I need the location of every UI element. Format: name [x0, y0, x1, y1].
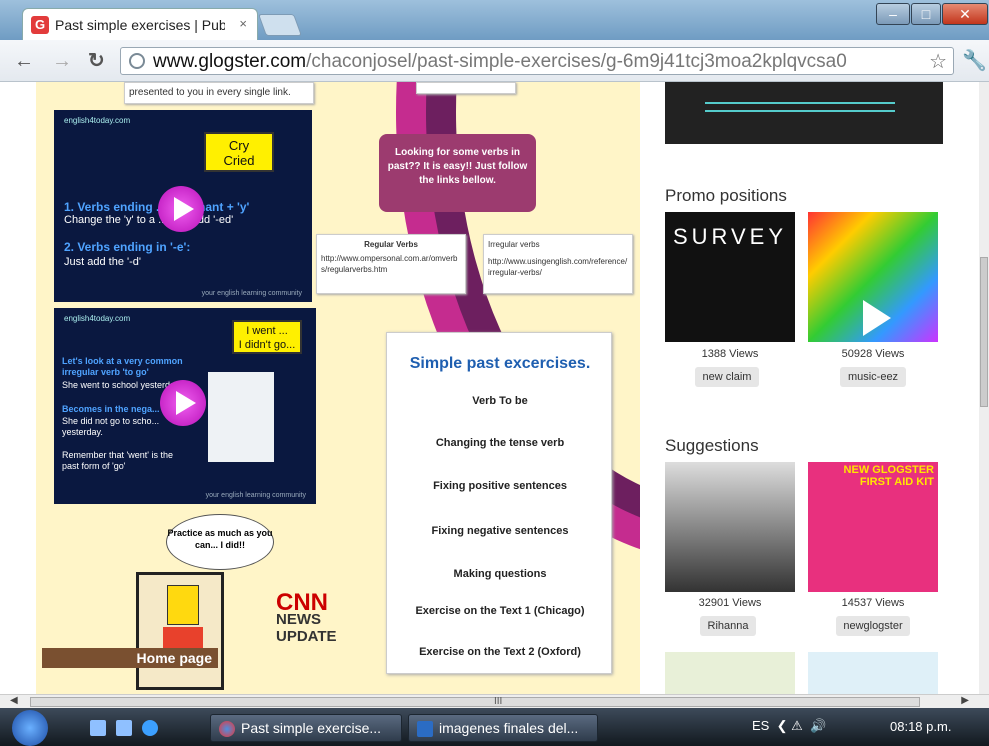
exercise-link[interactable]: Exercise on the Text 1 (Chicago): [387, 605, 613, 617]
play-icon: [863, 300, 891, 336]
woman-photo: [208, 372, 274, 462]
exercises-title: Simple past excercises.: [409, 355, 591, 372]
exercise-link[interactable]: Fixing positive sentences: [387, 480, 613, 492]
start-button[interactable]: [12, 710, 48, 746]
horizontal-scroll-thumb[interactable]: III: [30, 696, 920, 707]
exercise-link[interactable]: Fixing negative sentences: [387, 525, 613, 537]
suggestion-thumb-more[interactable]: [665, 652, 795, 694]
suggestion-thumb-rihanna[interactable]: [665, 462, 795, 592]
suggestion-thumb-newglogster[interactable]: NEW GLOGSTER FIRST AID KIT: [808, 462, 938, 592]
vertical-scroll-thumb[interactable]: [980, 257, 988, 407]
language-indicator[interactable]: ES: [752, 718, 769, 733]
suggestions-heading: Suggestions: [665, 436, 759, 455]
video2-line5: Remember that 'went' is the past form of…: [62, 450, 173, 471]
windows-taskbar: Past simple exercise... imagenes finales…: [0, 708, 989, 746]
glog-tag[interactable]: music-eez: [840, 367, 906, 387]
browser-tab[interactable]: G Past simple exercises | Publi ×: [22, 8, 258, 40]
exercises-panel: Simple past excercises. Verb To be Chang…: [386, 332, 612, 674]
rule1-body: Change the 'y' to a ... and add '-ed': [64, 214, 234, 226]
views-count: 14537 Views: [841, 597, 905, 609]
sidebar: Promo positions SURVEY 1388 Views 50928 …: [640, 82, 979, 694]
glog-tag[interactable]: newglogster: [836, 616, 910, 636]
irregular-verbs-note[interactable]: Irregular verbs http://www.usingenglish.…: [483, 234, 633, 294]
regular-verbs-note[interactable]: Regular Verbs http://www.ompersonal.com.…: [316, 234, 466, 294]
glog-poster: presented to you in every single link. e…: [36, 82, 640, 694]
promo-thumb-survey[interactable]: SURVEY: [665, 212, 795, 342]
rule2-body: Just add the '-d': [64, 256, 141, 268]
exercise-link[interactable]: Making questions: [387, 568, 613, 580]
close-window-button[interactable]: ✕: [942, 3, 988, 25]
vertical-scrollbar[interactable]: [979, 82, 989, 694]
rule1-title: 1. Verbs ending ... onsonant + 'y': [64, 200, 250, 214]
internet-explorer-icon[interactable]: [142, 720, 158, 736]
exercise-link[interactable]: Changing the tense verb: [387, 437, 613, 449]
suggestion-thumb-more[interactable]: [808, 652, 938, 694]
sidebar-top-image[interactable]: [665, 82, 943, 144]
forward-arrow-icon[interactable]: →: [52, 49, 72, 73]
switch-windows-icon[interactable]: [116, 720, 132, 736]
word-icon: [417, 721, 433, 737]
maximize-button[interactable]: □: [911, 3, 941, 25]
clock[interactable]: 08:18 p.m.: [890, 719, 951, 734]
back-arrow-icon[interactable]: ←: [14, 49, 34, 73]
window-titlebar: G Past simple exercises | Publi × – □ ✕: [0, 0, 989, 40]
rule2-title: 2. Verbs ending in '-e':: [64, 240, 191, 254]
wrench-menu-icon[interactable]: 🔧: [962, 48, 987, 73]
exercise-link[interactable]: Verb To be: [387, 395, 613, 407]
horizontal-scrollbar[interactable]: ◀ III ▶: [0, 694, 989, 708]
went-bubble: I went ... I didn't go...: [232, 320, 302, 354]
intro-note: presented to you in every single link.: [124, 82, 314, 104]
cry-bubble: Cry Cried: [204, 132, 274, 172]
home-page-button[interactable]: Home page: [42, 648, 218, 668]
top-note: [416, 82, 516, 94]
video2-line4: She did not go to scho... yesterday.: [62, 416, 160, 437]
video-irregular-go[interactable]: english4today.com I went ... I didn't go.…: [54, 308, 316, 504]
chrome-icon: [219, 721, 235, 737]
speech-bubble: Practice as much as you can... I did!!: [166, 514, 274, 570]
glog-tag[interactable]: new claim: [695, 367, 759, 387]
exercise-link[interactable]: Exercise on the Text 2 (Oxford): [387, 646, 613, 658]
browser-toolbar: ← → ↻ www.glogster.com/chaconjosel/past-…: [0, 40, 989, 82]
looking-for-verbs-badge: Looking for some verbs in past?? It is e…: [379, 134, 536, 212]
taskbar-item-word[interactable]: imagenes finales del...: [408, 714, 598, 742]
views-count: 50928 Views: [841, 348, 905, 360]
video-brand: english4today.com: [64, 116, 131, 125]
minimize-button[interactable]: –: [876, 3, 910, 25]
video-brand: english4today.com: [64, 314, 131, 323]
url-text[interactable]: www.glogster.com/chaconjosel/past-simple…: [153, 51, 847, 73]
bart-cartoon: [167, 585, 199, 625]
new-tab-button[interactable]: [257, 14, 303, 36]
promo-heading: Promo positions: [665, 186, 787, 205]
promo-thumb-rainbow[interactable]: [808, 212, 938, 342]
show-desktop-icon[interactable]: [90, 720, 106, 736]
system-tray: ES ❮ ⚠ 🔊: [752, 718, 827, 733]
scroll-right-icon[interactable]: ▶: [961, 695, 969, 706]
glogster-favicon-icon: G: [31, 16, 49, 34]
address-bar[interactable]: www.glogster.com/chaconjosel/past-simple…: [120, 47, 954, 75]
video-verbs-ending[interactable]: english4today.com Cry Cried 1. Verbs endi…: [54, 110, 312, 302]
tab-close-icon[interactable]: ×: [239, 16, 247, 31]
cnn-news-logo: CNN NEWS UPDATE: [276, 589, 337, 646]
scroll-grip: III: [494, 696, 503, 707]
taskbar-item-chrome[interactable]: Past simple exercise...: [210, 714, 402, 742]
play-icon[interactable]: [160, 380, 206, 426]
bart-frame: [136, 572, 224, 690]
tab-title: Past simple exercises | Publi: [55, 17, 225, 33]
globe-icon: [129, 53, 145, 69]
glog-tag[interactable]: Rihanna: [700, 616, 756, 636]
bookmark-star-icon[interactable]: ☆: [929, 49, 947, 74]
page-viewport: presented to you in every single link. e…: [0, 82, 979, 694]
play-icon[interactable]: [158, 186, 204, 232]
scroll-left-icon[interactable]: ◀: [10, 695, 18, 706]
views-count: 1388 Views: [701, 348, 759, 360]
video2-line1: Let's look at a very common irregular ve…: [62, 356, 183, 377]
views-count: 32901 Views: [698, 597, 762, 609]
video-footer: your english learning community: [201, 290, 302, 297]
video-footer: your english learning community: [205, 492, 306, 499]
reload-icon[interactable]: ↻: [88, 49, 105, 73]
